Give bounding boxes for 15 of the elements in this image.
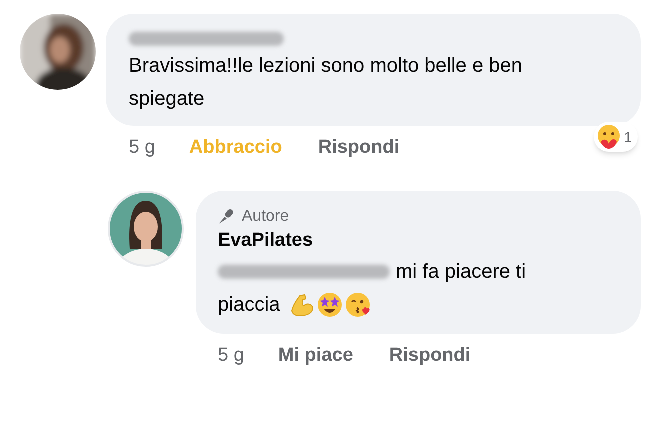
reply-link[interactable]: Rispondi: [318, 134, 400, 162]
like-link[interactable]: Mi piace: [278, 342, 354, 370]
kiss-emoji-icon: [344, 291, 372, 319]
reaction-count: 1: [624, 128, 632, 146]
reply-link[interactable]: Rispondi: [389, 342, 471, 370]
timestamp: 5 g: [218, 344, 244, 368]
reply-text: piaccia: [218, 292, 280, 318]
timestamp: 5 g: [129, 136, 156, 160]
hug-emoji-icon: [596, 124, 622, 150]
author-label: Autore: [242, 206, 290, 226]
author-name: EvaPilates: [218, 228, 314, 252]
star-eyes-emoji-icon: [316, 291, 344, 319]
microphone-icon: [218, 208, 235, 225]
comment-text: Bravissima!!le lezioni sono molto belle e ben spiegate: [129, 54, 524, 112]
reply-text: mi fa piacere ti: [396, 260, 526, 284]
